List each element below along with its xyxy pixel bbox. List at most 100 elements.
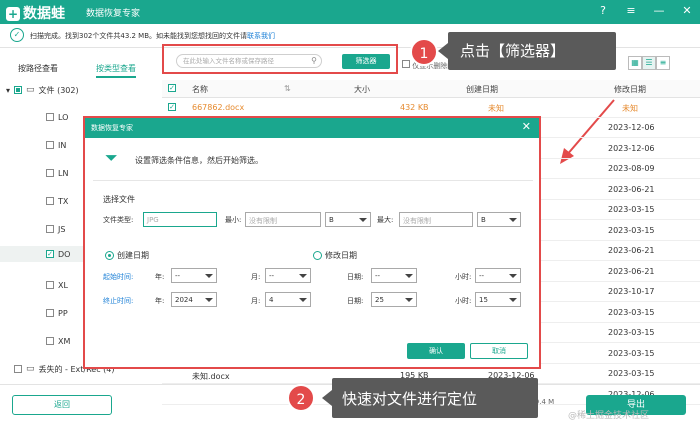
start-year-select[interactable]: -- [171,268,217,283]
file-type-input[interactable]: JPG [143,212,217,227]
table-row[interactable]: ✓ 667862.docx 432 KB 未知 未知 [162,98,700,118]
radio-icon[interactable] [313,251,322,260]
sort-icon[interactable]: ⇅ [284,84,291,93]
row-checkbox[interactable]: ✓ [168,103,176,111]
radio-modified-label: 修改日期 [325,251,357,260]
checkbox-icon[interactable] [14,365,22,373]
checkbox-icon[interactable] [46,113,54,121]
end-year-value: 2024 [175,296,193,304]
caret-down-icon [205,274,213,278]
cancel-button[interactable]: 取消 [470,343,528,359]
header-modified[interactable]: 修改日期 [614,84,646,95]
tree-item[interactable]: PP [46,305,68,321]
checkbox-icon[interactable] [46,169,54,177]
min-size-input[interactable]: 没有限制 [245,212,321,227]
tab-by-type[interactable]: 按类型查看 [96,63,136,78]
header-size[interactable]: 大小 [354,84,370,95]
scan-status: 扫描完成。找到302个文件共43.2 MB。如未能找到您想找回的文件请联系我们 [30,31,275,41]
contact-link[interactable]: 联系我们 [247,32,275,40]
select-all-checkbox[interactable]: ✓ [168,84,176,92]
row-modified: 2023-03-15 [608,328,655,337]
start-hour-select[interactable]: -- [475,268,521,283]
header-created[interactable]: 创建日期 [466,84,498,95]
end-day-select[interactable]: 25 [371,292,417,307]
dialog-info: 设置筛选条件信息，然后开始筛选。 [135,156,263,165]
table-header: ✓ 名称 ⇅ 大小 创建日期 修改日期 [162,80,700,98]
header-name[interactable]: 名称 [192,84,208,95]
tree-item[interactable]: XL [46,277,68,293]
start-month-select[interactable]: -- [265,268,311,283]
dialog-header: 数据恢复专家 ✕ [85,118,539,138]
tree-item-label: XL [58,280,68,290]
checkbox-icon[interactable] [46,337,54,345]
tree-item[interactable]: JS [46,221,65,237]
min-unit-select[interactable]: B [325,212,371,227]
folder-icon: ▭ [26,85,35,95]
filter-button[interactable]: 筛选器 [342,54,390,69]
tab-by-path[interactable]: 按路径查看 [18,63,58,74]
help-button[interactable]: ? [596,4,610,17]
back-button[interactable]: 返回 [12,395,112,415]
checkbox-icon[interactable] [402,60,410,68]
tree-root[interactable]: ▾ ▭ 文件 (302) [6,82,79,98]
search-input[interactable]: 在此处输入文件名称或保存路径 ⚲ [176,54,322,68]
row-modified: 2023-06-21 [608,266,655,276]
callout-number-1: 1 [410,38,438,66]
checkbox-icon[interactable] [14,86,23,94]
row-name: 未知.docx [192,372,230,381]
confirm-button[interactable]: 确认 [407,343,465,359]
end-month-value: 4 [269,296,274,304]
row-modified: 2023-12-06 [608,143,655,153]
chevron-down-icon[interactable]: ▾ [6,86,10,95]
filter-dialog: 数据恢复专家 ✕ ⏷ 设置筛选条件信息，然后开始筛选。 选择文件 文件类型: JP… [83,116,541,369]
view-mode-buttons: ▦ ☰ ≡ [628,56,670,70]
checkbox-icon[interactable]: ✓ [46,250,54,258]
max-size-label: 最大: [377,216,394,224]
radio-selected-icon[interactable] [105,251,114,260]
caret-down-icon [359,218,367,222]
detail-view-icon[interactable]: ≡ [656,56,670,70]
minimize-button[interactable]: — [652,4,666,17]
checkbox-icon[interactable] [46,281,54,289]
end-month-select[interactable]: 4 [265,292,311,307]
app-title: 数据恢复专家 [86,9,141,19]
end-hour-select[interactable]: 15 [475,292,521,307]
radio-modified-date[interactable]: 修改日期 [313,250,357,261]
end-year-select[interactable]: 2024 [171,292,217,307]
logo-text: 数据蛙 [23,6,65,22]
search-icon[interactable]: ⚲ [311,55,317,67]
callout-2: 快速对文件进行定位 [332,378,538,418]
watermark: @稀土掘金技术社区 [568,411,650,421]
menu-button[interactable]: ≡ [624,4,638,17]
callout-number-2: 2 [287,384,315,412]
grid-view-icon[interactable]: ▦ [628,56,642,70]
tree-item-label: IN [58,140,67,150]
tree-item[interactable]: XM [46,333,70,349]
row-modified: 2023-03-15 [608,205,655,214]
tree-item[interactable]: LO [46,109,68,125]
end-time-label: 终止时间: [103,297,134,305]
row-modified: 2023-06-21 [608,184,655,194]
close-icon[interactable]: ✕ [522,120,531,133]
dialog-title: 数据恢复专家 [91,124,133,132]
min-unit-value: B [329,216,334,224]
row-size: 432 KB [400,103,429,112]
start-day-select[interactable]: -- [371,268,417,283]
tree-item[interactable]: IN [46,137,66,153]
checkbox-icon[interactable] [46,141,54,149]
search-placeholder: 在此处输入文件名称或保存路径 [183,57,274,65]
row-modified: 2023-10-17 [608,287,655,296]
max-unit-select[interactable]: B [477,212,521,227]
radio-created-date[interactable]: 创建日期 [105,250,149,261]
checkbox-icon[interactable] [46,309,54,317]
tree-item[interactable]: LN [46,165,68,181]
row-modified: 2023-03-15 [608,307,655,317]
checkbox-icon[interactable] [46,225,54,233]
divider [93,180,533,181]
close-button[interactable]: ✕ [680,4,694,17]
checkbox-icon[interactable] [46,197,54,205]
max-size-input[interactable]: 没有限制 [399,212,473,227]
tree-item[interactable]: TX [46,193,68,209]
caret-down-icon [205,298,213,302]
list-view-icon[interactable]: ☰ [642,56,656,70]
